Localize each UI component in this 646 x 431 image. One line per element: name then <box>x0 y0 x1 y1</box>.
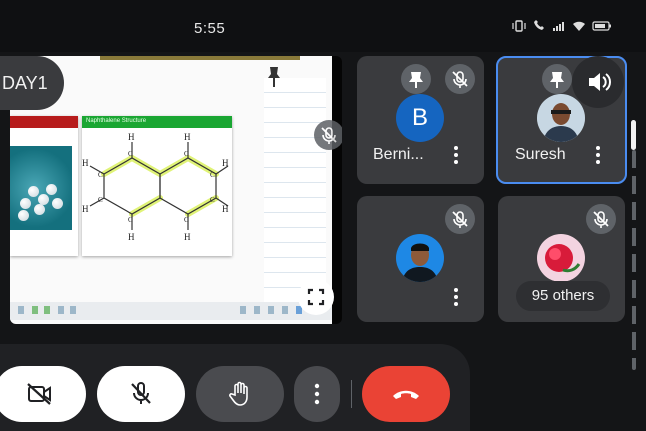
mic-off-icon <box>445 64 475 94</box>
fullscreen-button[interactable] <box>298 279 334 315</box>
atom-c: C <box>210 196 215 204</box>
atom-h: H <box>184 232 191 242</box>
structure-card: Naphthalene Structure H H H H H H H H C … <box>82 116 232 256</box>
atom-h: H <box>82 158 89 168</box>
naphthalene-balls-image <box>10 146 72 230</box>
end-call-button[interactable] <box>362 366 450 422</box>
atom-h: H <box>82 204 89 214</box>
pin-icon[interactable] <box>262 64 286 90</box>
call-icon <box>532 20 546 35</box>
more-options-button[interactable] <box>294 366 340 422</box>
atom-c: C <box>128 150 133 158</box>
slide-photo-card <box>10 116 78 256</box>
mic-off-button[interactable] <box>97 366 185 422</box>
slide-app-toolbar <box>10 302 332 320</box>
atom-c: C <box>210 171 215 179</box>
mic-off-icon <box>586 204 616 234</box>
raise-hand-button[interactable] <box>196 366 284 422</box>
atom-h: H <box>128 132 135 142</box>
avatar <box>396 234 444 282</box>
meeting-screen: 5:55 Naphthalene Structure H H H H H H H… <box>0 0 646 431</box>
scrollbar-thumb[interactable] <box>631 120 636 150</box>
atom-c: C <box>184 150 189 158</box>
atom-h: H <box>222 204 229 214</box>
photo-card-header <box>10 116 78 128</box>
pin-icon[interactable] <box>401 64 431 94</box>
atom-c: C <box>184 216 189 224</box>
vibrate-icon <box>512 20 526 35</box>
mic-off-icon <box>445 204 475 234</box>
controls-divider <box>351 380 352 408</box>
more-options-icon[interactable] <box>453 288 459 308</box>
more-options-icon[interactable] <box>595 146 601 166</box>
presentation-label[interactable]: DAY1 <box>0 56 64 110</box>
atom-h: H <box>128 232 135 242</box>
participant-name: Suresh <box>515 146 566 163</box>
structure-card-title: Naphthalene Structure <box>82 116 232 128</box>
avatar <box>537 234 585 282</box>
status-icons <box>512 20 612 35</box>
scrollbar-track[interactable] <box>632 150 636 370</box>
naphthalene-structure-diagram: H H H H H H H H C C C C C C C C <box>82 132 229 242</box>
presenter-mic-off-icon <box>314 120 342 150</box>
participant-tile[interactable] <box>357 196 484 322</box>
atom-h: H <box>222 158 229 168</box>
speaker-button[interactable] <box>572 56 624 108</box>
signal-icon <box>552 20 566 35</box>
status-bar: 5:55 <box>0 0 646 52</box>
atom-c: C <box>98 196 103 204</box>
battery-icon <box>592 20 612 35</box>
pin-icon[interactable] <box>542 64 572 94</box>
status-time: 5:55 <box>194 20 226 37</box>
slide-header-line <box>100 56 300 60</box>
camera-off-button[interactable] <box>0 366 86 422</box>
atom-h: H <box>184 132 191 142</box>
more-options-icon[interactable] <box>453 146 459 166</box>
atom-c: C <box>128 216 133 224</box>
avatar: B <box>396 94 444 142</box>
participant-tile[interactable]: B Berni... <box>357 56 484 184</box>
others-count-badge[interactable]: 95 others <box>516 281 610 311</box>
atom-c: C <box>98 171 103 179</box>
wifi-icon <box>572 20 586 35</box>
participant-name: Berni... <box>373 146 424 163</box>
